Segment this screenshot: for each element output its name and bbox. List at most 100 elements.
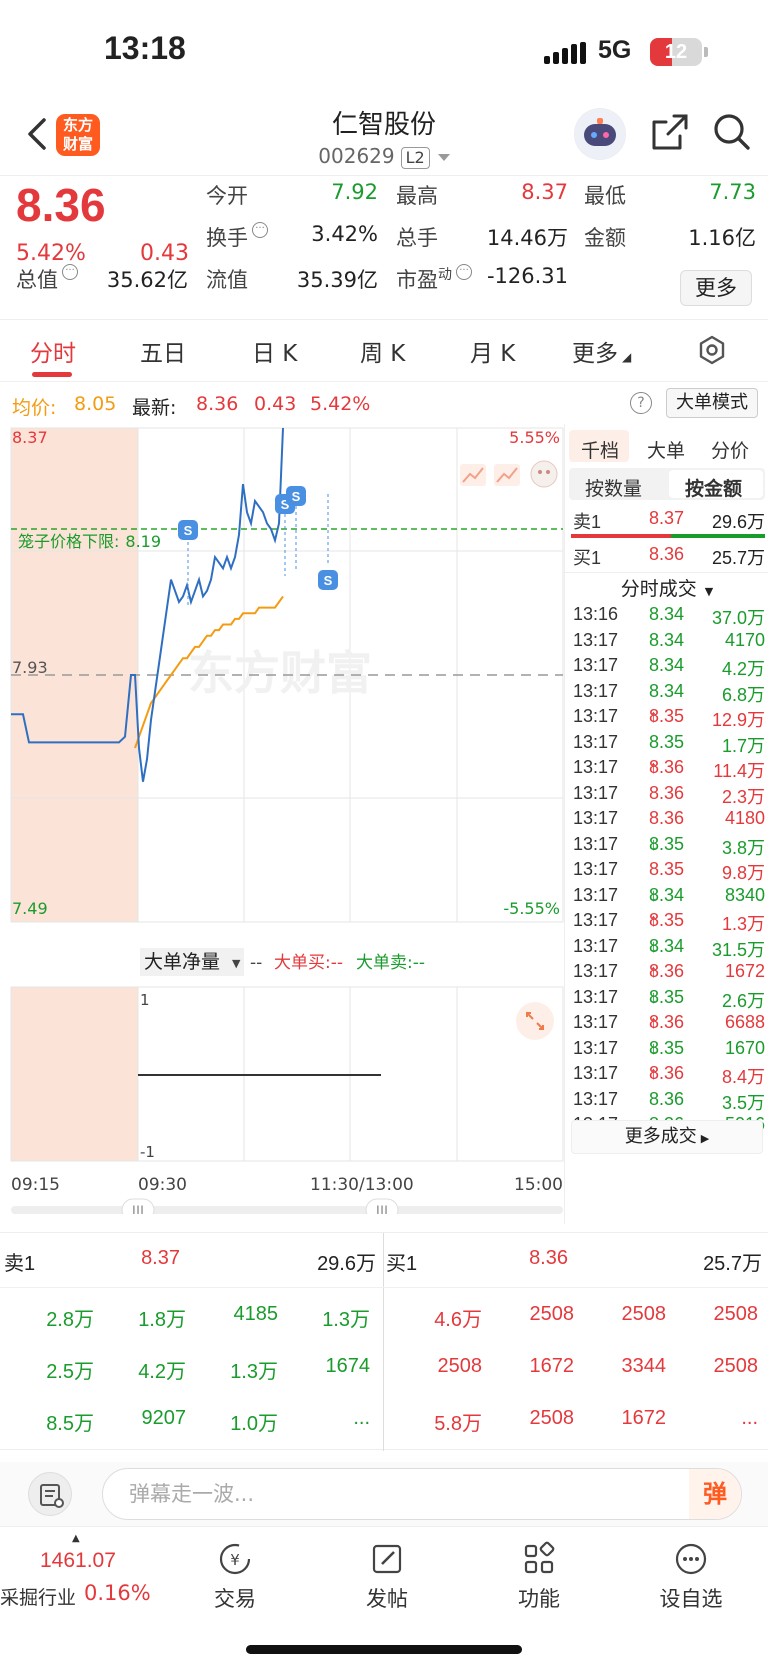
subtab-by-amount[interactable]: 按金额	[685, 474, 742, 501]
y-max-label: 8.37	[12, 428, 48, 447]
queue-cell: 5.8万	[434, 1413, 482, 1435]
nav-post[interactable]: 发帖	[332, 1541, 442, 1613]
trade-row: 13:17 8.36 3.5万	[573, 1088, 765, 1113]
nav-add-watchlist[interactable]: 设自选	[636, 1541, 746, 1613]
danmaku-input[interactable]: 弹幕走一波... 弹	[102, 1468, 742, 1520]
tab-weekly-k[interactable]: 周 K	[360, 334, 405, 368]
trade-time: 13:17	[573, 629, 619, 650]
latest-percent: 5.42%	[310, 393, 371, 415]
more-trades-button[interactable]: 更多成交 ▶	[571, 1120, 763, 1154]
trade-row: 13:17 8.35 ↑ 1.3万	[573, 910, 765, 934]
tab-indicator	[32, 372, 72, 377]
high-value: 8.37	[521, 180, 568, 204]
trade-volume: 31.5万	[711, 939, 765, 960]
trade-volume: 11.4万	[713, 761, 765, 781]
search-icon[interactable]	[712, 112, 752, 152]
trade-volume: 4.2万	[721, 659, 765, 679]
more-quote-button[interactable]: 更多	[680, 270, 752, 306]
watermark: 东方财富	[188, 646, 372, 700]
buy-ratio-bar	[671, 534, 765, 538]
tab-monthly-k[interactable]: 月 K	[470, 334, 515, 368]
trend-icons	[460, 460, 558, 488]
big-order-mode-button[interactable]: 大单模式	[666, 388, 758, 418]
trade-side-panel: 千档 大单 分价 按数量 按金额 卖1 8.37 29.6万 买1 8.36 2…	[564, 424, 768, 1224]
expand-icon[interactable]	[516, 1002, 554, 1040]
tab-big-order[interactable]: 大单	[647, 436, 685, 463]
nav-functions[interactable]: 功能	[484, 1541, 594, 1613]
last-price: 8.36	[16, 179, 106, 231]
help-icon[interactable]: ?	[630, 392, 652, 414]
trade-volume: 1670	[724, 1037, 765, 1058]
subtab-by-quantity[interactable]: 按数量	[585, 474, 642, 501]
grid-icon	[524, 1541, 555, 1574]
chart-tabs: 分时 五日 日 K 周 K 月 K 更多 ◢	[0, 320, 768, 382]
market-cap-value: 35.62亿	[106, 268, 188, 292]
trades-title[interactable]: 分时成交 ▼	[565, 574, 768, 601]
trade-time: 13:17	[573, 1063, 619, 1083]
trade-time: 13:17	[573, 782, 619, 803]
avg-price-label: 均价:	[12, 397, 57, 419]
low-value: 7.73	[709, 180, 756, 204]
trade-row: 13:17 8.36 2.3万	[573, 782, 765, 807]
robot-assistant-icon[interactable]	[574, 108, 626, 160]
svg-text:¥: ¥	[230, 1551, 240, 1569]
danmaku-bar: 弹幕走一波... 弹	[0, 1462, 768, 1526]
sell1-volume: 29.6万	[711, 512, 765, 532]
queue-cell: 1.3万	[230, 1361, 278, 1383]
chevron-down-icon: ▼	[232, 957, 241, 970]
ob-buy-price: 8.36	[529, 1247, 568, 1269]
y-min-label: 7.49	[12, 899, 48, 918]
intraday-chart[interactable]: 东方财富 S S S S 8.37 7.49 5.55% -5.55% 7.93…	[0, 424, 564, 1214]
trade-time: 13:17	[573, 680, 619, 701]
trade-time: 13:17	[573, 731, 619, 752]
tab-price-dist[interactable]: 分价	[711, 436, 749, 463]
info-icon[interactable]: ···	[252, 222, 268, 238]
buy1-price: 8.36	[649, 544, 685, 564]
trade-time: 13:17	[573, 808, 619, 828]
trade-volume: 12.9万	[711, 710, 765, 730]
trade-time: 13:17	[573, 859, 619, 879]
danmaku-settings-icon[interactable]	[28, 1472, 72, 1516]
gear-icon[interactable]	[696, 334, 728, 366]
nav-add-watchlist-label: 设自选	[659, 1587, 723, 1611]
sub-bottom-label: -1	[140, 1143, 155, 1161]
order-book-divider	[383, 1233, 384, 1451]
trade-time: 13:16	[573, 604, 619, 624]
cage-price-label: 笼子价格下限: 8.19	[18, 532, 161, 551]
x-label-0915: 09:15	[11, 1175, 60, 1195]
nav-trade-label: 交易	[214, 1587, 256, 1611]
more-dots-icon	[675, 1543, 707, 1575]
sector-index-widget[interactable]: ▲ 1461.07 采掘行业 0.16%	[0, 1527, 151, 1623]
info-icon[interactable]: ···	[62, 264, 78, 280]
amount-value: 1.16亿	[688, 226, 756, 250]
chevron-down-icon[interactable]	[437, 154, 450, 161]
trade-row: 13:17 8.36 ↑ 8.4万	[573, 1063, 765, 1087]
x-label-midday: 11:30/13:00	[310, 1175, 414, 1195]
trade-time: 13:17	[573, 986, 619, 1007]
queue-cell: 2508	[621, 1303, 667, 1325]
tab-intraday[interactable]: 分时	[30, 334, 76, 368]
ob-sell-volume: 29.6万	[317, 1253, 376, 1275]
queue-cell: 4185	[233, 1303, 279, 1325]
queue-cell: 1672	[529, 1355, 575, 1377]
buy1-volume: 25.7万	[711, 548, 765, 568]
queue-cell: 4.2万	[138, 1361, 186, 1383]
share-icon[interactable]	[650, 112, 690, 152]
tab-five-day[interactable]: 五日	[140, 334, 186, 368]
tab-daily-k[interactable]: 日 K	[252, 334, 297, 368]
trade-time: 13:17	[573, 961, 619, 981]
info-icon[interactable]: ···	[456, 264, 472, 280]
trade-time: 13:17	[573, 910, 619, 930]
ob-buy-volume: 25.7万	[703, 1253, 762, 1275]
sub-chart-title: 大单净量	[144, 951, 220, 973]
nav-trade[interactable]: ¥ 交易	[180, 1541, 290, 1613]
danmaku-send-button[interactable]: 弹	[689, 1469, 741, 1519]
trade-time: 13:17	[573, 706, 619, 726]
tab-more[interactable]: 更多 ◢	[572, 334, 631, 368]
trade-volume: 6688	[724, 1012, 765, 1032]
queue-cell: 1672	[621, 1407, 667, 1429]
x-label-1500: 15:00	[514, 1175, 563, 1195]
time-scrubber-track[interactable]	[11, 1206, 563, 1214]
tab-level-depth[interactable]: 千档	[581, 436, 619, 463]
sell1-row: 卖1 8.37 29.6万	[569, 508, 765, 536]
